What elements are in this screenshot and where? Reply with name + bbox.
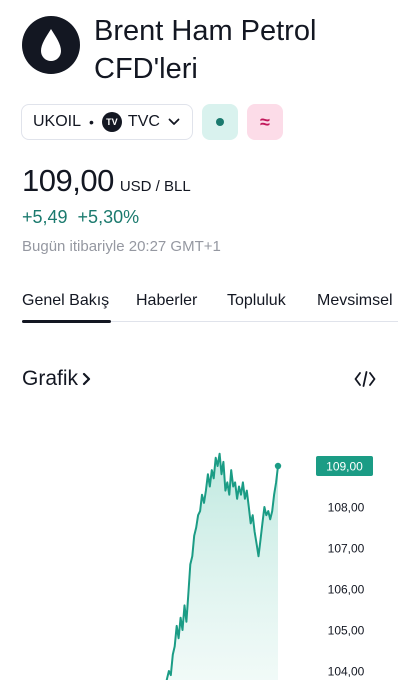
- brent-oil-logo: [22, 16, 80, 74]
- symbol-separator: •: [89, 114, 94, 130]
- change-absolute: +5,49: [22, 207, 68, 227]
- last-price-point: [274, 462, 282, 470]
- chart-section-header[interactable]: Grafik: [22, 367, 91, 391]
- price-row: 109,00 USD / BLL: [22, 163, 191, 199]
- exchange-logo-icon: TV: [101, 112, 122, 132]
- y-axis-tick-label: 108,00: [328, 501, 365, 515]
- symbol-selector[interactable]: UKOIL • TV TVC: [21, 104, 193, 140]
- chart-section-title: Grafik: [22, 367, 79, 390]
- last-price: 109,00: [22, 163, 114, 198]
- chevron-down-icon: [168, 118, 180, 125]
- price-area-fill: [165, 453, 278, 680]
- price-chart[interactable]: 109,00 108,00 107,00 106,00 105,00 104,00: [0, 400, 408, 680]
- tab-overview[interactable]: Genel Bakış: [22, 292, 109, 310]
- market-open-dot-icon: [216, 118, 224, 126]
- y-axis-tick-label: 107,00: [328, 542, 365, 556]
- active-tab-indicator: [22, 320, 111, 323]
- tab-seasonals[interactable]: Mevsimsel: [317, 292, 393, 310]
- quote-timestamp: Bugün itibariyle 20:27 GMT+1: [22, 238, 221, 255]
- change-percent: +5,30%: [77, 207, 140, 227]
- tab-community[interactable]: Topluluk: [227, 292, 286, 310]
- y-axis-tick-label: 104,00: [328, 665, 365, 679]
- symbol-ticker: UKOIL: [33, 113, 82, 130]
- delayed-data-badge[interactable]: ≈: [247, 104, 283, 140]
- last-price-badge-label: 109,00: [326, 460, 363, 474]
- price-change: +5,49 +5,30%: [22, 207, 139, 228]
- exchange-name: TVC: [127, 113, 160, 130]
- page-title: Brent Ham Petrol CFD'leri: [94, 15, 317, 85]
- approx-icon: ≈: [260, 111, 270, 132]
- market-status-badge[interactable]: [202, 104, 238, 140]
- y-axis-tick-label: 106,00: [328, 583, 365, 597]
- tab-news[interactable]: Haberler: [136, 292, 197, 310]
- code-embed-icon[interactable]: [354, 370, 376, 388]
- y-axis-tick-label: 105,00: [328, 624, 365, 638]
- chevron-right-icon: [82, 372, 91, 386]
- price-currency: USD / BLL: [119, 178, 191, 195]
- oil-drop-icon: [41, 29, 61, 61]
